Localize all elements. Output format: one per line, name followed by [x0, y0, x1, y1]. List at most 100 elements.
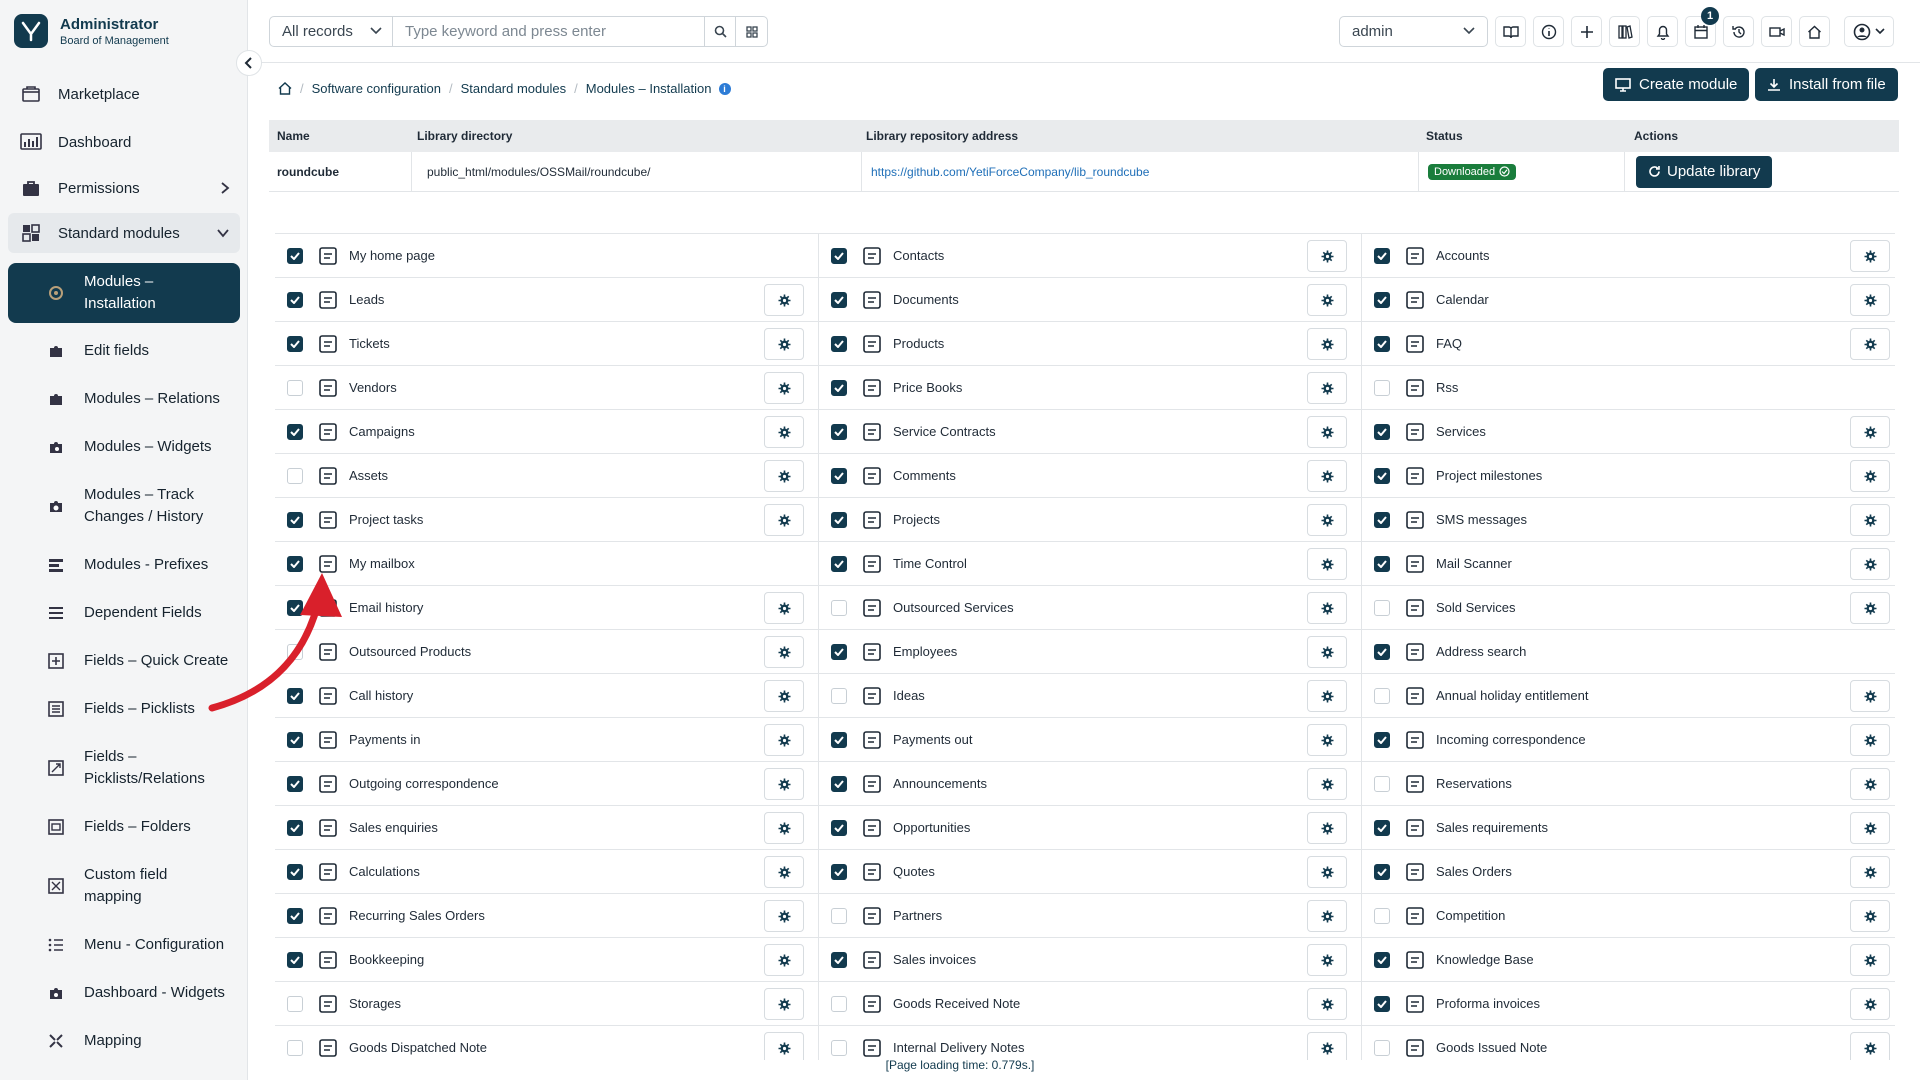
- module-settings-button[interactable]: [1307, 548, 1347, 580]
- module-settings-button[interactable]: [1307, 240, 1347, 272]
- nav-sub-edit-fields[interactable]: Edit fields: [8, 339, 240, 363]
- nav-sub-dependent-fields[interactable]: Dependent Fields: [8, 601, 240, 625]
- module-checkbox[interactable]: [831, 247, 847, 264]
- module-settings-button[interactable]: [1307, 856, 1347, 888]
- module-checkbox[interactable]: [1374, 643, 1390, 660]
- module-checkbox[interactable]: [1374, 555, 1390, 572]
- module-settings-button[interactable]: [1850, 240, 1890, 272]
- module-settings-button[interactable]: [1307, 768, 1347, 800]
- module-checkbox[interactable]: [287, 731, 303, 748]
- nav-marketplace[interactable]: Marketplace: [8, 80, 240, 108]
- module-settings-button[interactable]: [764, 636, 804, 668]
- module-settings-button[interactable]: [764, 856, 804, 888]
- module-checkbox[interactable]: [287, 1039, 303, 1056]
- module-settings-button[interactable]: [1850, 592, 1890, 624]
- module-checkbox[interactable]: [1374, 775, 1390, 792]
- module-settings-button[interactable]: [1850, 460, 1890, 492]
- module-checkbox[interactable]: [831, 643, 847, 660]
- nav-sub-fields-picklists-relations[interactable]: Fields – Picklists/Relations: [8, 745, 240, 791]
- module-checkbox[interactable]: [1374, 863, 1390, 880]
- module-settings-button[interactable]: [1307, 328, 1347, 360]
- user-select[interactable]: admin: [1339, 16, 1488, 47]
- module-checkbox[interactable]: [1374, 247, 1390, 264]
- module-checkbox[interactable]: [831, 599, 847, 616]
- module-checkbox[interactable]: [831, 555, 847, 572]
- module-checkbox[interactable]: [831, 951, 847, 968]
- module-checkbox[interactable]: [287, 863, 303, 880]
- module-settings-button[interactable]: [1850, 900, 1890, 932]
- module-settings-button[interactable]: [764, 944, 804, 976]
- module-checkbox[interactable]: [831, 863, 847, 880]
- module-checkbox[interactable]: [831, 687, 847, 704]
- module-settings-button[interactable]: [764, 988, 804, 1020]
- module-settings-button[interactable]: [1850, 812, 1890, 844]
- module-checkbox[interactable]: [1374, 291, 1390, 308]
- module-checkbox[interactable]: [287, 379, 303, 396]
- module-settings-button[interactable]: [764, 460, 804, 492]
- module-settings-button[interactable]: [764, 328, 804, 360]
- nav-sub-mapping[interactable]: Mapping: [8, 1029, 240, 1053]
- module-settings-button[interactable]: [1850, 328, 1890, 360]
- module-checkbox[interactable]: [1374, 951, 1390, 968]
- module-checkbox[interactable]: [831, 291, 847, 308]
- install-from-file-button[interactable]: Install from file: [1755, 68, 1898, 101]
- module-settings-button[interactable]: [1850, 416, 1890, 448]
- module-checkbox[interactable]: [287, 291, 303, 308]
- breadcrumb-item[interactable]: Software configuration: [312, 81, 441, 96]
- notifications-button[interactable]: [1647, 16, 1678, 47]
- module-settings-button[interactable]: [1850, 284, 1890, 316]
- module-checkbox[interactable]: [831, 731, 847, 748]
- home-button[interactable]: [1799, 16, 1830, 47]
- module-checkbox[interactable]: [1374, 467, 1390, 484]
- module-settings-button[interactable]: [1307, 284, 1347, 316]
- info-icon[interactable]: i: [718, 82, 731, 95]
- nav-sub-fields-picklists[interactable]: Fields – Picklists: [8, 697, 240, 721]
- module-settings-button[interactable]: [764, 592, 804, 624]
- module-settings-button[interactable]: [1307, 680, 1347, 712]
- module-checkbox[interactable]: [831, 995, 847, 1012]
- module-checkbox[interactable]: [1374, 599, 1390, 616]
- module-checkbox[interactable]: [1374, 423, 1390, 440]
- module-settings-button[interactable]: [764, 768, 804, 800]
- module-checkbox[interactable]: [287, 995, 303, 1012]
- module-settings-button[interactable]: [764, 416, 804, 448]
- module-settings-button[interactable]: [1850, 724, 1890, 756]
- module-settings-button[interactable]: [1850, 548, 1890, 580]
- breadcrumb-item[interactable]: Standard modules: [461, 81, 567, 96]
- module-checkbox[interactable]: [831, 819, 847, 836]
- module-settings-button[interactable]: [1307, 1032, 1347, 1060]
- module-checkbox[interactable]: [831, 467, 847, 484]
- module-checkbox[interactable]: [1374, 379, 1390, 396]
- module-settings-button[interactable]: [1850, 504, 1890, 536]
- search-button[interactable]: [705, 17, 736, 46]
- module-checkbox[interactable]: [1374, 907, 1390, 924]
- module-checkbox[interactable]: [831, 335, 847, 352]
- module-settings-button[interactable]: [1850, 768, 1890, 800]
- nav-sub-modules-track-changes[interactable]: Modules – Track Changes / History: [8, 483, 240, 529]
- quick-create-button[interactable]: [1571, 16, 1602, 47]
- module-settings-button[interactable]: [1307, 900, 1347, 932]
- module-checkbox[interactable]: [287, 599, 303, 616]
- module-checkbox[interactable]: [287, 907, 303, 924]
- module-checkbox[interactable]: [1374, 819, 1390, 836]
- module-checkbox[interactable]: [287, 335, 303, 352]
- history-button[interactable]: [1723, 16, 1754, 47]
- module-checkbox[interactable]: [831, 379, 847, 396]
- search-scope-select[interactable]: All records: [270, 17, 393, 46]
- module-checkbox[interactable]: [831, 907, 847, 924]
- module-checkbox[interactable]: [831, 511, 847, 528]
- nav-sub-modules-prefixes[interactable]: Modules - Prefixes: [8, 553, 240, 577]
- module-settings-button[interactable]: [764, 900, 804, 932]
- nav-sub-modules-widgets[interactable]: Modules – Widgets: [8, 435, 240, 459]
- module-checkbox[interactable]: [1374, 1039, 1390, 1056]
- module-checkbox[interactable]: [287, 819, 303, 836]
- module-settings-button[interactable]: [1307, 988, 1347, 1020]
- module-settings-button[interactable]: [1307, 592, 1347, 624]
- info-button[interactable]: [1533, 16, 1564, 47]
- module-checkbox[interactable]: [287, 643, 303, 660]
- home-icon[interactable]: [278, 82, 292, 95]
- module-checkbox[interactable]: [831, 1039, 847, 1056]
- module-checkbox[interactable]: [287, 467, 303, 484]
- module-settings-button[interactable]: [1307, 416, 1347, 448]
- module-checkbox[interactable]: [1374, 511, 1390, 528]
